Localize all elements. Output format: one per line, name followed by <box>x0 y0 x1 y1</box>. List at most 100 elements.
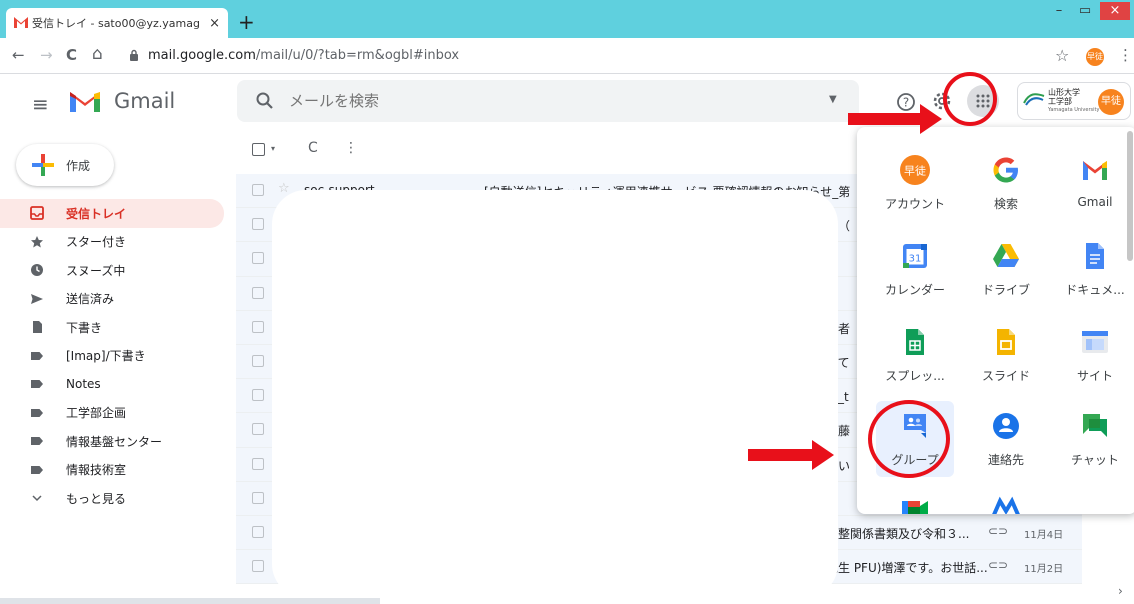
window-maximize-button[interactable]: ▭ <box>1072 2 1098 20</box>
search-input[interactable] <box>289 92 789 110</box>
row-checkbox[interactable] <box>252 457 264 470</box>
app-tile[interactable]: ドキュメ... <box>1056 231 1134 307</box>
sidebar-item-label: 下書き <box>66 320 103 335</box>
app-label: ドキュメ... <box>1065 283 1125 297</box>
url-field[interactable]: mail.google.com/mail/u/0/?tab=rm&ogbl#in… <box>148 48 459 63</box>
gmail-logo-icon[interactable] <box>68 88 102 114</box>
forward-button[interactable]: → <box>40 46 53 64</box>
bookmark-star-icon[interactable]: ☆ <box>1055 46 1069 65</box>
search-options-caret-icon[interactable]: ▼ <box>829 94 837 105</box>
compose-button[interactable]: 作成 <box>16 144 114 186</box>
row-date: 11月2日 <box>1024 564 1064 576</box>
refresh-icon[interactable]: C <box>308 140 318 156</box>
sidebar-item-0[interactable]: 受信トレイ <box>0 199 224 228</box>
account-icon: 早徒 <box>900 155 930 185</box>
sidebar-item-7[interactable]: 工学部企画 <box>0 399 224 428</box>
app-label: サイト <box>1076 369 1113 383</box>
browser-menu-icon[interactable]: ⋮ <box>1118 46 1133 64</box>
window-minimize-button[interactable]: – <box>1046 2 1072 20</box>
google-apps-panel: 早徒 アカウント検索 Gmail 31 カレンダードライブ ドキュメ... スプレッ... ス… <box>857 127 1134 514</box>
sidebar-item-3[interactable]: 送信済み <box>0 285 224 314</box>
row-checkbox[interactable] <box>252 286 264 299</box>
app-label: ドライブ <box>981 283 1030 297</box>
label-icon <box>30 463 44 477</box>
sidebar-item-label: 情報技術室 <box>66 463 127 478</box>
row-checkbox[interactable] <box>252 525 264 538</box>
mail-search-box[interactable]: ▼ <box>237 80 859 122</box>
main-menu-icon[interactable]: ≡ <box>32 92 49 116</box>
drive-icon <box>991 241 1021 271</box>
row-checkbox[interactable] <box>252 252 264 265</box>
jamboard-icon[interactable] <box>967 487 1045 514</box>
new-tab-button[interactable]: + <box>238 10 255 34</box>
sidebar-item-2[interactable]: スヌーズ中 <box>0 256 224 285</box>
browser-tab-gmail[interactable]: 受信トレイ - sato00@yz.yamag × <box>6 8 228 38</box>
app-tile[interactable]: スプレッ... <box>876 317 954 393</box>
label-icon <box>30 434 44 448</box>
row-checkbox[interactable] <box>252 320 264 333</box>
gear-icon[interactable] <box>932 91 952 111</box>
search-icon[interactable] <box>255 91 275 111</box>
row-snippet: 先生 PFU)増澤です。お世話... <box>826 561 988 576</box>
home-button[interactable]: ⌂ <box>92 44 103 64</box>
profile-badge[interactable]: 早徒 <box>1086 48 1104 66</box>
google-search-icon <box>991 155 1021 185</box>
app-tile[interactable]: 検索 <box>967 145 1045 221</box>
app-tile[interactable]: 早徒 アカウント <box>876 145 954 221</box>
sidebar-item-10[interactable]: もっと見る <box>0 484 224 513</box>
avatar[interactable]: 早徒 <box>1098 89 1124 115</box>
select-all-checkbox[interactable] <box>252 143 265 156</box>
row-checkbox[interactable] <box>252 560 264 573</box>
app-tile[interactable]: スライド <box>967 317 1045 393</box>
app-tile[interactable]: グループ <box>876 401 954 477</box>
row-checkbox[interactable] <box>252 389 264 402</box>
contacts-icon <box>991 411 1021 441</box>
help-icon[interactable]: ? <box>896 92 916 112</box>
row-snippet: 調整関係書類及び令和３... <box>826 526 970 541</box>
label-icon <box>30 377 44 391</box>
sidebar-item-6[interactable]: Notes <box>0 370 224 399</box>
compose-label: 作成 <box>66 159 91 173</box>
sidebar-item-label: スヌーズ中 <box>66 263 126 278</box>
sidebar-item-5[interactable]: [Imap]/下書き <box>0 342 224 371</box>
reload-button[interactable]: C <box>66 46 77 64</box>
org-sub: Yamagata University <box>1048 107 1100 113</box>
app-tile[interactable]: 連絡先 <box>967 401 1045 477</box>
row-checkbox[interactable] <box>252 491 264 504</box>
sidebar-item-8[interactable]: 情報基盤センター <box>0 427 224 456</box>
row-checkbox[interactable] <box>252 423 264 436</box>
label-icon <box>30 349 44 363</box>
app-tile[interactable]: サイト <box>1056 317 1134 393</box>
select-caret-icon[interactable]: ▾ <box>271 144 275 153</box>
more-options-icon[interactable]: ⋮ <box>344 140 358 156</box>
sidebar-item-9[interactable]: 情報技術室 <box>0 456 224 485</box>
sidebar-item-4[interactable]: 下書き <box>0 313 224 342</box>
app-tile[interactable]: ドライブ <box>967 231 1045 307</box>
sidebar-item-label: Notes <box>66 377 101 392</box>
app-tile[interactable]: 31 カレンダー <box>876 231 954 307</box>
app-label: 検索 <box>993 197 1018 211</box>
sidebar-item-1[interactable]: スター付き <box>0 228 224 257</box>
expand-icon <box>30 491 44 505</box>
row-checkbox[interactable] <box>252 184 264 196</box>
account-switcher[interactable]: 山形大学 工学部 Yamagata University 早徒 <box>1017 82 1131 120</box>
window-close-button[interactable]: × <box>1100 2 1130 20</box>
tab-close-icon[interactable]: × <box>209 16 220 31</box>
back-button[interactable]: ← <box>12 46 25 64</box>
sidebar-item-label: 工学部企画 <box>66 406 127 421</box>
meet-icon[interactable] <box>876 487 954 514</box>
app-label: 連絡先 <box>987 453 1024 467</box>
sites-icon <box>1080 327 1110 357</box>
svg-text:?: ? <box>903 96 909 110</box>
slides-icon <box>991 327 1021 357</box>
row-checkbox[interactable] <box>252 218 264 231</box>
row-checkbox[interactable] <box>252 354 264 367</box>
svg-text:早徒: 早徒 <box>904 164 926 178</box>
app-tile[interactable]: Gmail <box>1056 145 1134 221</box>
browser-tab-bar: 受信トレイ - sato00@yz.yamag × + – ▭ × <box>0 0 1134 38</box>
app-tile[interactable]: チャット <box>1056 401 1134 477</box>
calendar-icon: 31 <box>900 241 930 271</box>
scroll-right-icon[interactable]: › <box>1118 584 1123 598</box>
google-apps-button[interactable] <box>967 85 999 117</box>
groups-icon <box>900 411 930 441</box>
